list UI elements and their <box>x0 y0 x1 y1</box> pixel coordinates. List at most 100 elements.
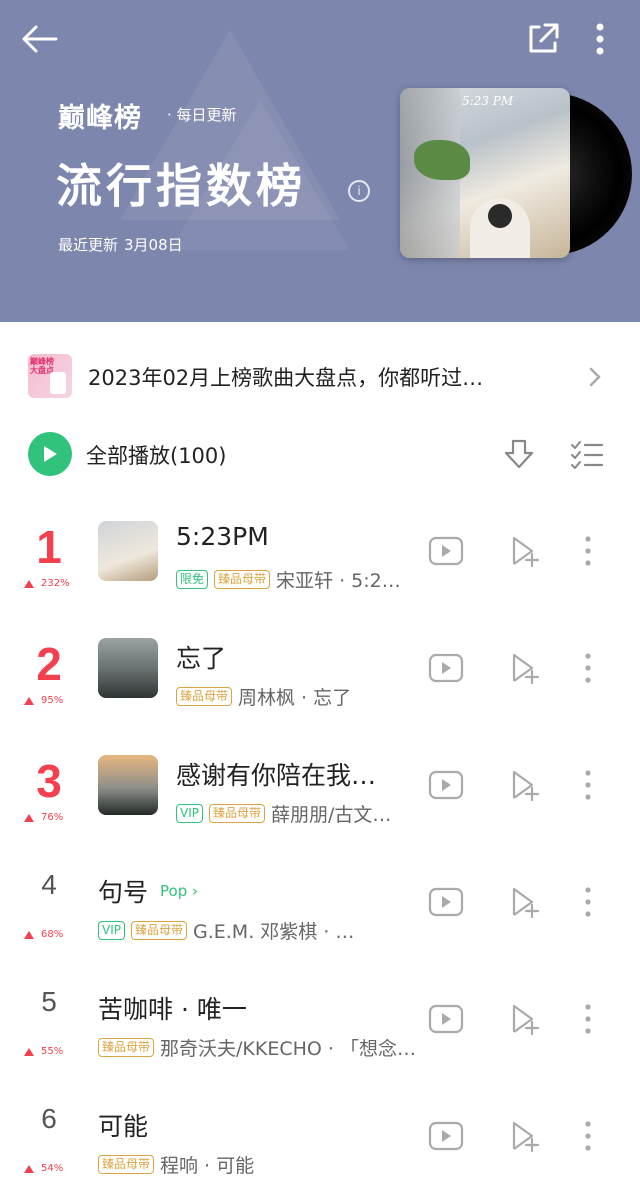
song-row[interactable]: 2 95% 忘了臻品母带 周林枫 · 忘了 <box>0 609 640 726</box>
album-thumbnail[interactable] <box>98 755 158 815</box>
quality-badge: 臻品母带 <box>214 570 271 589</box>
rank-number: 1 <box>36 521 62 573</box>
song-title[interactable]: 苦咖啡 · 唯一 <box>98 990 247 1026</box>
rank-trend: 68% <box>24 929 63 940</box>
rank-number: 4 <box>41 869 57 900</box>
updated-date: 3月08日 <box>124 236 183 254</box>
trend-value: 54% <box>41 1163 64 1174</box>
quality-badge: 臻品母带 <box>208 804 265 823</box>
song-title[interactable]: 忘了 <box>176 639 226 675</box>
song-title[interactable]: 句号 Pop › <box>98 873 198 909</box>
song-title[interactable]: 可能 <box>98 1107 148 1143</box>
video-icon[interactable] <box>428 1121 464 1155</box>
brand-subtitle: · 每日更新 <box>167 106 237 124</box>
share-icon[interactable] <box>522 18 564 60</box>
trend-value: 68% <box>41 929 64 940</box>
quality-badge: VIP <box>176 804 203 823</box>
trend-up-icon <box>24 579 34 588</box>
trend-up-icon <box>24 1164 34 1173</box>
banner-text[interactable]: 2023年02月上榜歌曲大盘点，你都听过… <box>88 362 568 392</box>
brand-name: 巅峰榜 <box>58 103 142 134</box>
more-vertical-icon[interactable] <box>583 534 593 572</box>
rank-number: 2 <box>36 638 62 690</box>
more-vertical-icon[interactable] <box>583 1119 593 1157</box>
song-meta: 臻品母带 那奇沃夫/KKECHO · 「想念… <box>98 1034 416 1061</box>
rank-trend: 55% <box>24 1046 63 1057</box>
video-icon[interactable] <box>428 770 464 804</box>
add-to-playlist-icon[interactable] <box>510 534 542 572</box>
quality-badge: VIP <box>98 921 125 940</box>
cover-image: 5:23 PM <box>400 88 570 258</box>
add-to-playlist-icon[interactable] <box>510 651 542 689</box>
artist-name[interactable]: 周林枫 · 忘了 <box>238 683 351 710</box>
chevron-right-icon[interactable] <box>588 366 602 392</box>
song-title[interactable]: 感谢有你陪在我… <box>176 756 376 792</box>
play-all-label[interactable]: 全部播放(100) <box>86 440 226 470</box>
cover-text: 5:23 PM <box>462 94 514 108</box>
video-icon[interactable] <box>428 1004 464 1038</box>
song-meta: VIP 臻品母带 G.E.M. 邓紫棋 · … <box>98 917 354 944</box>
trend-up-icon <box>24 696 34 705</box>
add-to-playlist-icon[interactable] <box>510 1002 542 1040</box>
play-all-button[interactable] <box>28 432 72 476</box>
quality-badge: 限免 <box>176 570 209 589</box>
more-vertical-icon[interactable] <box>583 651 593 689</box>
quality-badge: 臻品母带 <box>98 1038 155 1057</box>
song-row[interactable]: 6 54% 可能 臻品母带 程响 · 可能 <box>0 1077 640 1194</box>
song-title[interactable]: 5:23PM <box>176 522 269 551</box>
more-vertical-icon[interactable] <box>583 1002 593 1040</box>
artist-name[interactable]: 那奇沃夫/KKECHO · 「想念… <box>160 1034 416 1061</box>
play-icon <box>44 446 57 462</box>
add-to-playlist-icon[interactable] <box>510 1119 542 1157</box>
update-date: 最近更新 3月08日 <box>58 234 183 255</box>
song-row[interactable]: 5 55% 苦咖啡 · 唯一臻品母带 那奇沃夫/KKECHO · 「想念… <box>0 960 640 1077</box>
rank-trend: 76% <box>24 812 63 823</box>
trend-value: 76% <box>41 812 64 823</box>
trend-up-icon <box>24 930 34 939</box>
song-meta: VIP 臻品母带 薛朋朋/古文… <box>176 800 391 827</box>
quality-badge: 臻品母带 <box>176 687 233 706</box>
artist-name[interactable]: 程响 · 可能 <box>160 1151 254 1178</box>
trend-value: 95% <box>41 695 64 706</box>
rank-number: 3 <box>36 755 62 807</box>
quality-badge: 臻品母带 <box>98 1155 155 1174</box>
more-vertical-icon[interactable] <box>584 18 616 60</box>
rank-number: 5 <box>41 986 57 1017</box>
artist-name[interactable]: 宋亚轩 · 5:2… <box>276 566 401 593</box>
rank-trend: 232% <box>24 578 70 589</box>
more-vertical-icon[interactable] <box>583 768 593 806</box>
page-title: 流行指数榜 <box>56 159 306 213</box>
updated-label: 最近更新 <box>58 236 119 254</box>
song-meta: 限免 臻品母带 宋亚轩 · 5:2… <box>176 566 401 593</box>
chart-cover[interactable]: 5:23 PM <box>400 88 632 260</box>
video-icon[interactable] <box>428 653 464 687</box>
rank-trend: 95% <box>24 695 63 706</box>
back-arrow-icon[interactable] <box>18 18 60 60</box>
artist-name[interactable]: 薛朋朋/古文… <box>271 800 391 827</box>
more-vertical-icon[interactable] <box>583 885 593 923</box>
add-to-playlist-icon[interactable] <box>510 885 542 923</box>
song-row[interactable]: 3 76% 感谢有你陪在我… VIP 臻品母带 薛朋朋/古文… <box>0 726 640 843</box>
song-row[interactable]: 4 68% 句号 Pop › VIP 臻品母带 G.E.M. 邓紫棋 · … <box>0 843 640 960</box>
add-to-playlist-icon[interactable] <box>510 768 542 806</box>
video-icon[interactable] <box>428 536 464 570</box>
trend-value: 232% <box>41 578 70 589</box>
song-title-text: 句号 <box>98 878 149 907</box>
quality-badge: 臻品母带 <box>130 921 187 940</box>
info-icon[interactable]: i <box>348 180 370 202</box>
chart-header: 巅峰榜 · 每日更新 流行指数榜 i 最近更新 3月08日 5:23 PM <box>0 0 640 322</box>
song-row[interactable]: 1 232% 5:23PM 限免 臻品母带 宋亚轩 · 5:2… <box>0 492 640 609</box>
genre-tag[interactable]: Pop › <box>160 882 198 900</box>
video-icon[interactable] <box>428 887 464 921</box>
album-thumbnail[interactable] <box>98 521 158 581</box>
banner-thumbnail: 巅峰榜 大盘点 <box>28 354 72 398</box>
trend-up-icon <box>24 1047 34 1056</box>
album-thumbnail[interactable] <box>98 638 158 698</box>
rank-trend: 54% <box>24 1163 63 1174</box>
download-icon[interactable] <box>503 438 535 476</box>
song-meta: 臻品母带 程响 · 可能 <box>98 1151 254 1178</box>
artist-name[interactable]: G.E.M. 邓紫棋 · … <box>193 917 354 944</box>
multi-select-icon[interactable] <box>570 440 604 474</box>
trend-up-icon <box>24 813 34 822</box>
song-meta: 臻品母带 周林枫 · 忘了 <box>176 683 351 710</box>
